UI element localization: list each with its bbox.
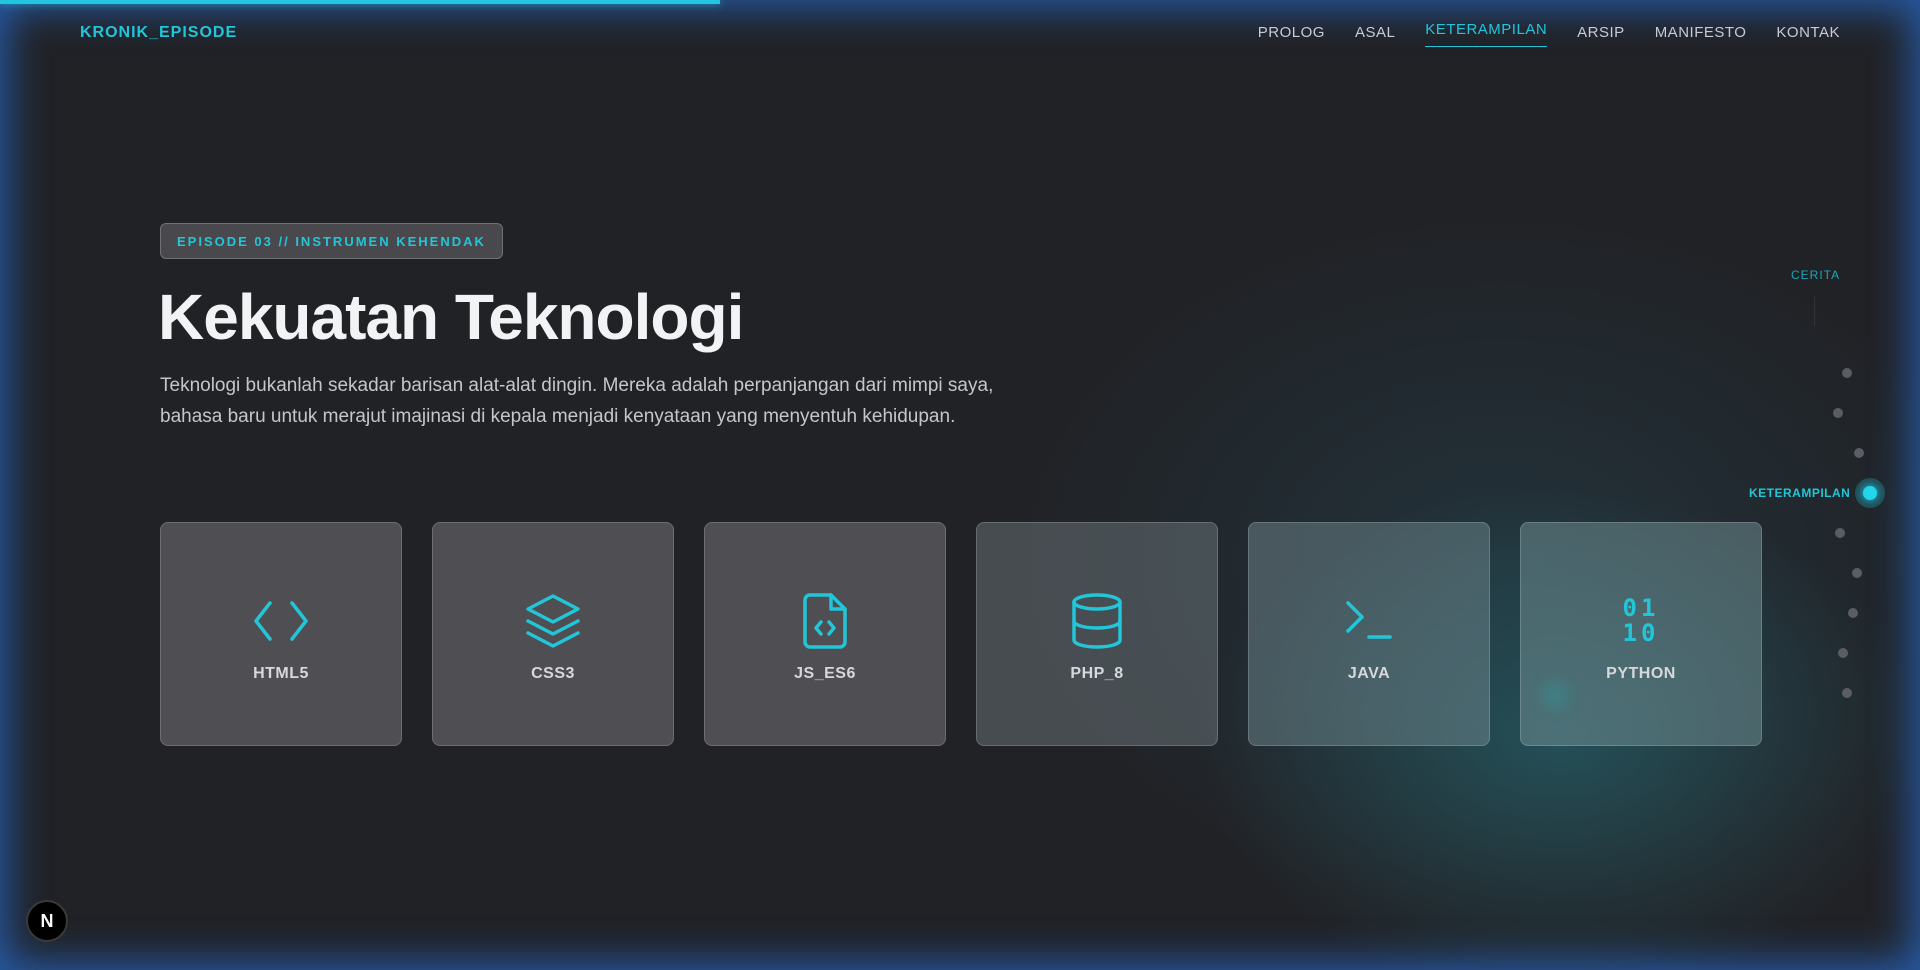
binary-icon: 01 10	[1611, 591, 1671, 651]
side-nav-dot[interactable]	[1854, 448, 1864, 458]
nav-item-keterampilan[interactable]: KETERAMPILAN	[1425, 21, 1548, 47]
skills-grid: HTML5 CSS3 JS_ES6 PHP_8 JAVA 01 10 PYTHO…	[160, 522, 1762, 746]
nav-item-arsip[interactable]: ARSIP	[1577, 24, 1625, 47]
code-brackets-icon	[251, 591, 311, 651]
side-nav-divider	[1814, 296, 1815, 326]
file-code-icon	[795, 591, 855, 651]
skill-label: JAVA	[1347, 665, 1391, 682]
skill-card-java[interactable]: JAVA	[1248, 522, 1490, 746]
skill-label: JS_ES6	[794, 665, 856, 682]
side-nav-dot[interactable]	[1838, 648, 1848, 658]
skill-card-html5[interactable]: HTML5	[160, 522, 402, 746]
terminal-icon	[1339, 591, 1399, 651]
side-nav-dot[interactable]	[1848, 608, 1858, 618]
side-nav-dot[interactable]	[1833, 408, 1843, 418]
side-nav-label-keterampilan: KETERAMPILAN	[1749, 486, 1851, 500]
side-nav-dot-active[interactable]	[1855, 478, 1885, 508]
side-nav-dot[interactable]	[1842, 688, 1852, 698]
skill-card-php8[interactable]: PHP_8	[976, 522, 1218, 746]
cursor-glow	[1540, 680, 1570, 710]
side-nav-label-cerita[interactable]: CERITA	[1791, 268, 1840, 282]
active-dot-indicator	[1863, 486, 1877, 500]
skill-label: HTML5	[253, 665, 309, 682]
site-logo[interactable]: KRONIK_EPISODE	[80, 24, 237, 42]
episode-badge: EPISODE 03 // INSTRUMEN KEHENDAK	[160, 223, 503, 259]
page-title: Kekuatan Teknologi	[158, 281, 744, 353]
skill-label: CSS3	[531, 665, 575, 682]
side-nav-dot[interactable]	[1852, 568, 1862, 578]
side-nav-dot[interactable]	[1842, 368, 1852, 378]
nav-item-manifesto[interactable]: MANIFESTO	[1655, 24, 1747, 47]
hero-description: Teknologi bukanlah sekadar barisan alat-…	[160, 375, 994, 427]
dev-indicator-button[interactable]: N	[26, 900, 68, 942]
page-frame	[0, 0, 1920, 970]
nav-item-kontak[interactable]: KONTAK	[1776, 24, 1840, 47]
main-nav: PROLOG ASAL KETERAMPILAN ARSIP MANIFESTO…	[1258, 21, 1840, 47]
skill-card-python[interactable]: 01 10 PYTHON	[1520, 522, 1762, 746]
binary-bottom: 10	[1622, 619, 1660, 647]
database-icon	[1067, 591, 1127, 651]
nav-item-prolog[interactable]: PROLOG	[1258, 24, 1325, 47]
scroll-progress-bar	[0, 0, 720, 4]
skill-card-css3[interactable]: CSS3	[432, 522, 674, 746]
nav-item-asal[interactable]: ASAL	[1355, 24, 1395, 47]
binary-top: 01	[1622, 594, 1660, 622]
layers-icon	[523, 591, 583, 651]
side-nav-dot[interactable]	[1835, 528, 1845, 538]
skill-card-js-es6[interactable]: JS_ES6	[704, 522, 946, 746]
skill-label: PYTHON	[1606, 665, 1676, 682]
skill-label: PHP_8	[1070, 665, 1124, 682]
